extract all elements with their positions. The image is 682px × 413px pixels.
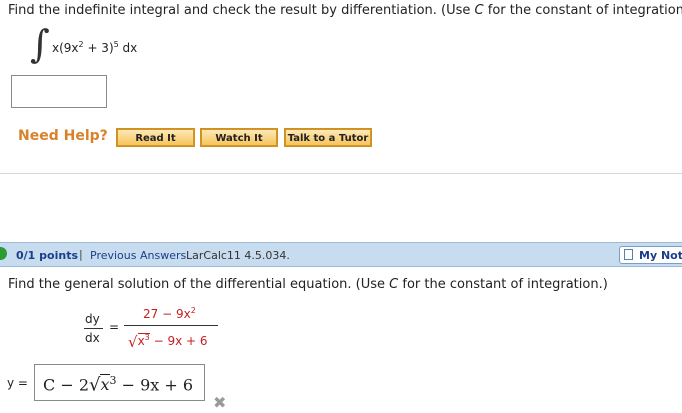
answer-sqrt-icon: √ [89,374,101,396]
question-code: LarCalc11 4.5.034. [186,249,290,262]
integral-sign: ∫ [30,22,50,66]
question1-instruction: Find the indefinite integral and check t… [8,3,682,18]
rhs-fraction-line [124,325,218,326]
answer-expression: C − 2√x3 − 9x + 6 [43,374,194,396]
question2-instruction: Find the general solution of the differe… [8,277,608,292]
read-it-button[interactable]: Read It [116,128,195,147]
answer-input[interactable] [11,75,107,108]
my-notes-button[interactable]: My Notes [619,246,682,264]
my-notes-label: My Notes [639,249,682,262]
previous-answers-link[interactable]: Previous Answers [90,249,186,262]
dx-text: dx [85,331,100,345]
x-mark-icon: ✖ [213,393,227,412]
divider [0,173,682,174]
dy-text: dy [85,312,100,326]
talk-to-tutor-button[interactable]: Talk to a Tutor [284,128,372,147]
integrand: x(9x2 + 3)5 dx [52,40,138,55]
rhs-numerator: 27 − 9x2 [143,306,196,321]
points-label: 0/1 points [16,249,78,262]
rhs-denominator: √x3 − 9x + 6 [128,333,208,351]
watch-it-button[interactable]: Watch It [200,128,278,147]
header-separator: | [79,248,83,261]
general-solution-answer[interactable]: C − 2√x3 − 9x + 6 [34,364,205,401]
note-icon [624,249,633,260]
need-help-label: Need Help? [18,128,108,144]
equation-equals: = [109,320,120,334]
dydx-fraction-line [84,328,103,329]
sqrt-icon: √ [128,333,138,351]
y-label: y = [7,376,28,390]
